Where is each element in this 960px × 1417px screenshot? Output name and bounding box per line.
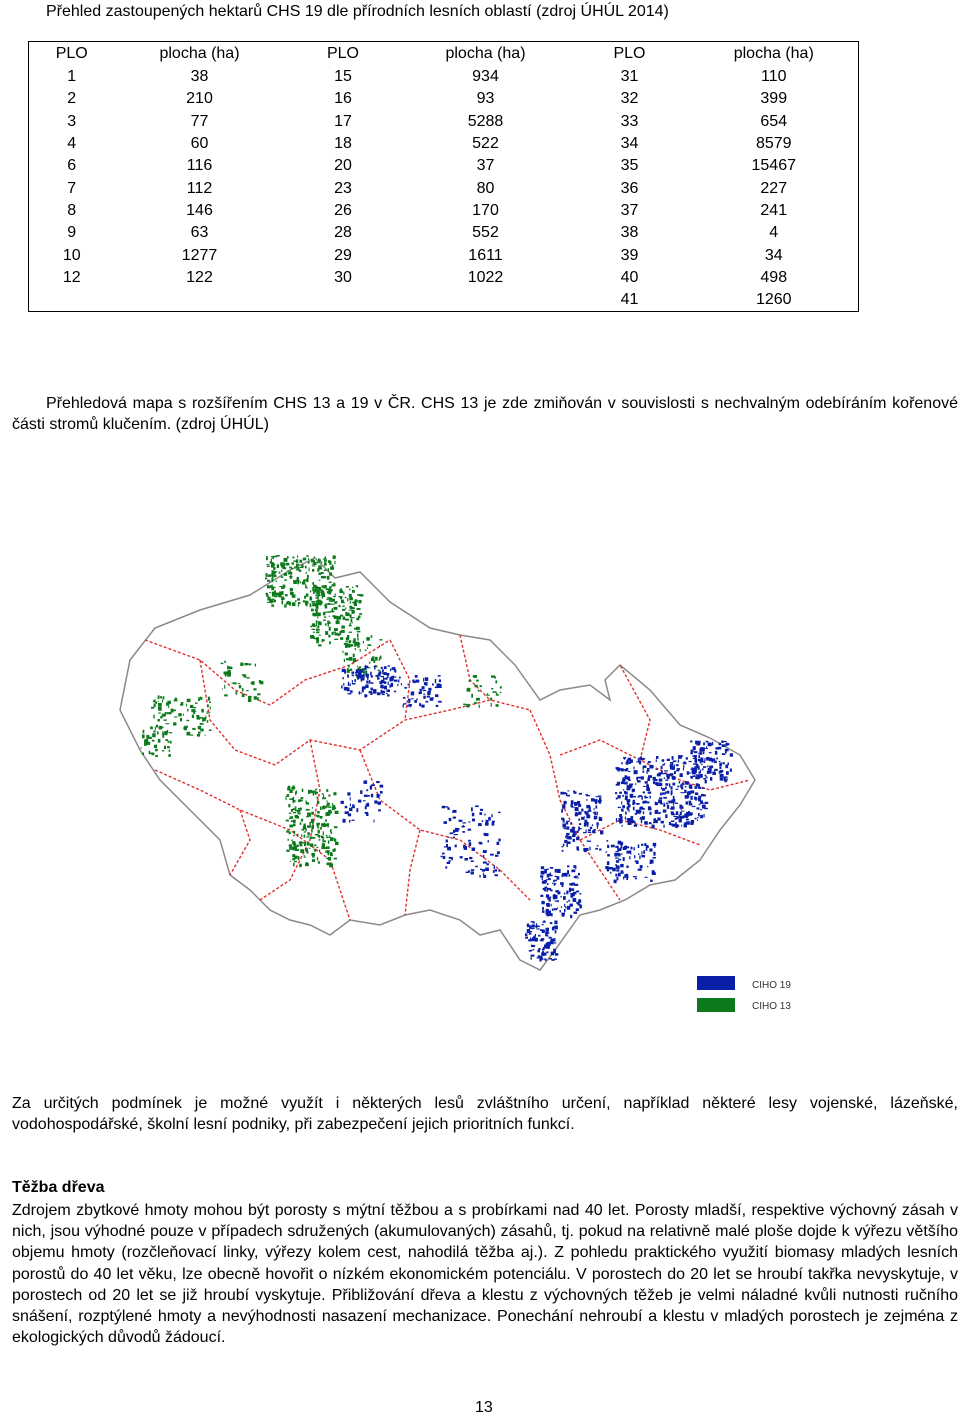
table-cell: 33 — [620, 112, 639, 130]
table-row: 10 1277 29 1611 39 34 — [29, 244, 859, 266]
table-cell: 77 — [190, 112, 209, 130]
table-cell: 28 — [334, 224, 352, 242]
table-cell: 15 — [334, 68, 352, 86]
page-number: 13 — [475, 1399, 493, 1416]
table-cell: 110 — [760, 68, 787, 86]
table-cell: 498 — [760, 268, 788, 286]
table-cell: 7 — [67, 179, 77, 197]
table-cell: 210 — [186, 90, 213, 108]
table-row: 4 60 18 522 34 8579 — [29, 133, 859, 155]
table-cell: 112 — [186, 179, 213, 197]
table-cell: 146 — [186, 201, 213, 219]
table-cell: 26 — [334, 201, 352, 219]
table-cell: 31 — [620, 68, 639, 86]
table-cell: 38 — [620, 224, 639, 242]
table-cell: 6 — [67, 157, 77, 175]
table-cell — [115, 289, 285, 312]
section-heading: Těžba dřeva — [12, 1179, 105, 1196]
table-cell: 34 — [620, 135, 639, 153]
legend-label-ciho19: CIHO 19 — [752, 980, 791, 991]
table-cell: 3 — [67, 112, 77, 130]
table-cell: 5288 — [467, 112, 504, 130]
legend-label-ciho13: CIHO 13 — [752, 1001, 791, 1012]
column-header: PLO — [326, 45, 359, 62]
table-cell — [285, 289, 402, 312]
forest-distribution-map: CIHO 19 CIHO 13 — [119, 555, 791, 1012]
table-cell: 15467 — [751, 157, 797, 175]
map-caption-text: Přehledová mapa s rozšířením CHS 13 a 19… — [12, 395, 958, 434]
table-cell: 37 — [620, 201, 639, 219]
table-title: Přehled zastoupených hektarů CHS 19 dle … — [46, 3, 669, 20]
table-cell: 654 — [760, 112, 788, 130]
table-row: 12 122 30 1022 40 498 — [29, 267, 859, 289]
table-row: 9 63 28 552 38 4 — [29, 222, 859, 244]
table-cell: 1611 — [468, 246, 503, 264]
table-cell: 36 — [620, 179, 639, 197]
table-cell: 122 — [186, 268, 213, 286]
table-cell: 9 — [67, 224, 77, 242]
table-cell: 399 — [760, 90, 788, 108]
table-row: 41 1260 — [29, 289, 859, 312]
table-cell: 552 — [472, 224, 499, 242]
table-cell: 1 — [67, 68, 77, 86]
table-row: 3 77 17 5288 33 654 — [29, 111, 859, 133]
table-cell: 170 — [472, 201, 499, 219]
table-row: 8 146 26 170 37 241 — [29, 200, 859, 222]
table-cell: 1260 — [755, 291, 792, 309]
table-cell: 12 — [62, 268, 81, 286]
table-header-row: PLO plocha (ha) PLO plocha (ha) PLO ploc… — [29, 42, 859, 67]
table-cell: 34 — [764, 246, 783, 264]
table-cell: 32 — [620, 90, 639, 108]
table-cell: 17 — [334, 112, 352, 130]
legend-swatch-ciho13 — [697, 998, 735, 1012]
table-cell: 37 — [476, 157, 495, 175]
table-cell — [29, 289, 115, 312]
legend-swatch-ciho19 — [697, 976, 735, 990]
column-header: plocha (ha) — [445, 45, 526, 62]
table-cell: 20 — [334, 157, 352, 175]
table-cell: 8579 — [755, 135, 792, 153]
column-header: PLO — [613, 45, 646, 62]
table-cell: 23 — [334, 179, 352, 197]
paragraph-timber-harvest: Zdrojem zbytkové hmoty mohou být porosty… — [12, 1202, 958, 1347]
table-cell: 40 — [620, 268, 639, 286]
table-row: 6 116 20 37 35 15467 — [29, 155, 859, 177]
table-cell: 8 — [67, 201, 77, 219]
table-cell: 4 — [769, 224, 779, 242]
table-cell: 93 — [476, 90, 495, 108]
table-cell: 227 — [760, 179, 788, 197]
column-header: plocha (ha) — [733, 45, 814, 62]
table-row: 1 38 15 934 31 110 — [29, 66, 859, 88]
table-cell: 80 — [476, 179, 495, 197]
table-cell: 10 — [62, 246, 81, 264]
table-cell: 4 — [67, 135, 77, 153]
table-cell: 35 — [620, 157, 639, 175]
table-cell: 38 — [190, 68, 209, 86]
table-cell: 934 — [472, 68, 499, 86]
column-header: plocha (ha) — [159, 45, 240, 62]
column-header: PLO — [55, 45, 88, 62]
table-cell: 116 — [186, 157, 213, 175]
table-cell: 18 — [334, 135, 352, 153]
table-cell: 63 — [190, 224, 209, 242]
table-cell: 29 — [334, 246, 352, 264]
table-cell: 16 — [334, 90, 352, 108]
plo-area-table: PLO plocha (ha) PLO plocha (ha) PLO ploc… — [28, 41, 859, 313]
table-cell: 522 — [472, 135, 499, 153]
table-cell: 2 — [67, 90, 77, 108]
country-outline — [119, 557, 756, 971]
table-row: 7 112 23 80 36 227 — [29, 177, 859, 199]
table-cell: 41 — [620, 291, 639, 309]
map-caption: Přehledová mapa s rozšířením CHS 13 a 19… — [12, 393, 958, 435]
map-legend: CIHO 19 CIHO 13 — [697, 976, 791, 1012]
table-cell: 30 — [334, 268, 352, 286]
table-cell: 1022 — [467, 268, 504, 286]
table-row: 2 210 16 93 32 399 — [29, 88, 859, 110]
table-cell: 39 — [620, 246, 639, 264]
table-cell: 1277 — [181, 246, 218, 264]
table-cell: 60 — [190, 135, 209, 153]
table-cell: 241 — [760, 201, 788, 219]
paragraph-special-purpose-forests: Za určitých podmínek je možné využít i n… — [12, 1095, 958, 1134]
table-cell — [402, 289, 570, 312]
